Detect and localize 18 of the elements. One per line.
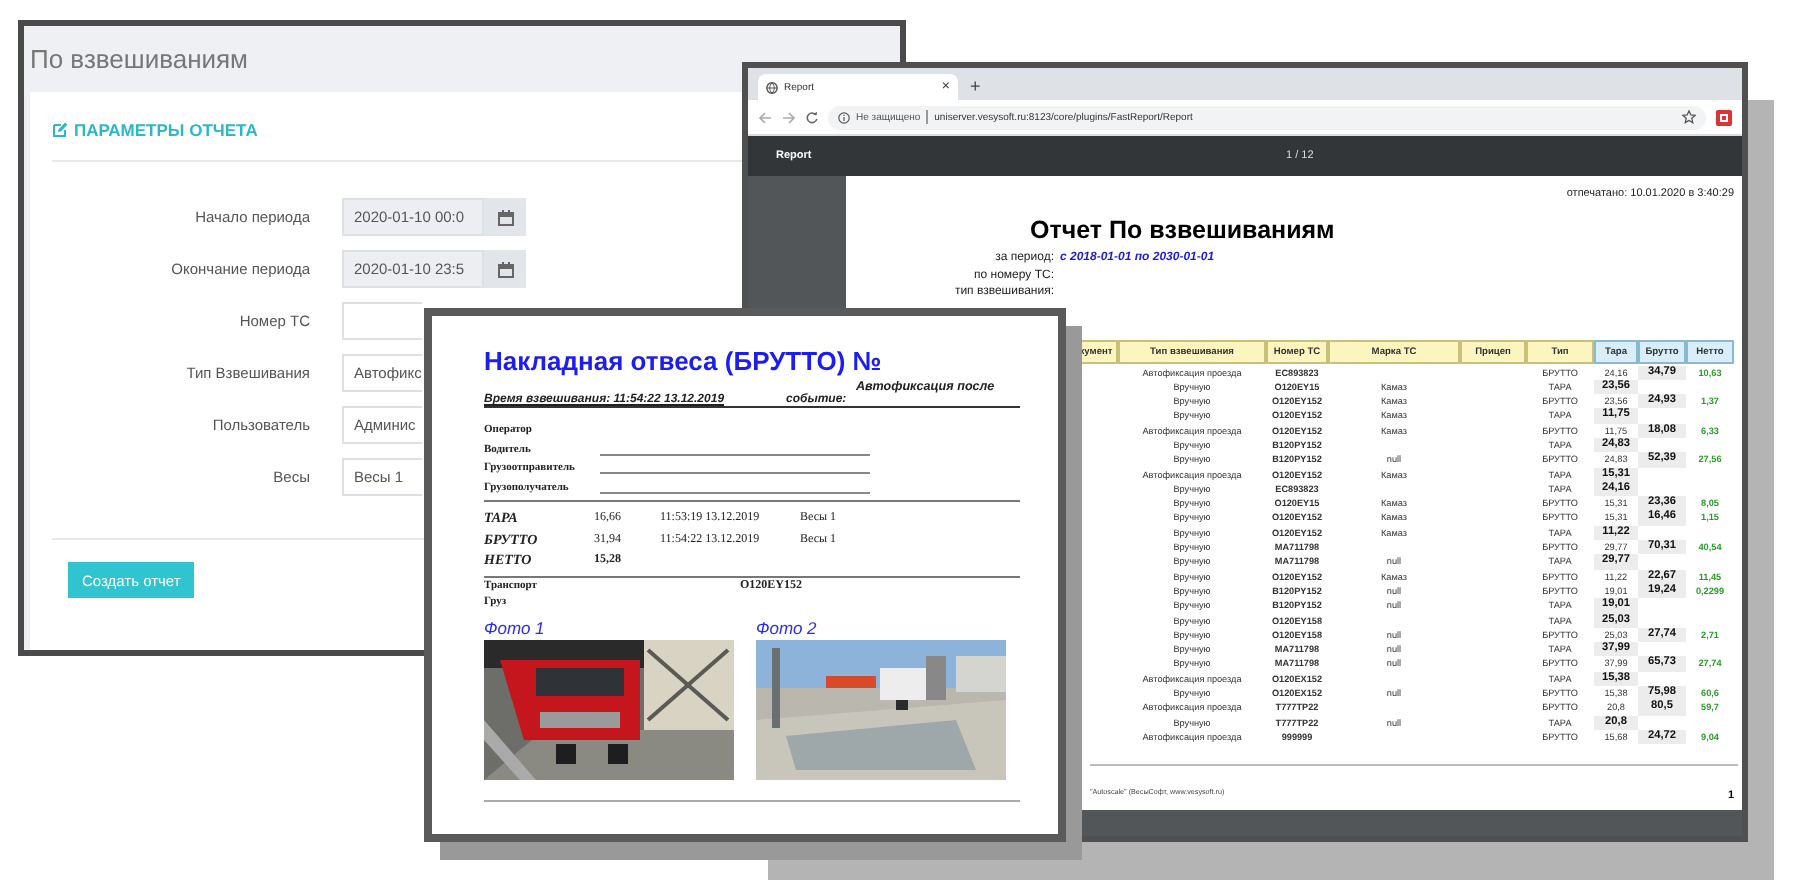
extension-icon[interactable] xyxy=(1716,109,1732,125)
photo-caption: Фото 1 xyxy=(484,618,547,639)
info-icon xyxy=(838,111,850,123)
calendar-icon xyxy=(497,261,513,277)
photo-caption: Фото 2 xyxy=(756,618,819,639)
calendar-button[interactable] xyxy=(484,250,526,288)
star-icon[interactable] xyxy=(1682,110,1696,124)
edit-icon xyxy=(52,122,68,138)
new-tab-button[interactable]: + xyxy=(970,74,981,100)
window-title: По взвешиваниям xyxy=(28,42,248,78)
reload-icon[interactable] xyxy=(806,111,818,123)
waybill-title: Накладная отвеса (БРУТТО) № xyxy=(484,346,884,378)
globe-icon xyxy=(766,81,778,93)
section-title: ПАРАМЕТРЫ ОТЧЕТА xyxy=(74,120,258,140)
report-title: Отчет По взвешиваниям xyxy=(1030,216,1335,244)
calendar-icon xyxy=(497,209,513,225)
text-field[interactable] xyxy=(342,302,422,340)
calendar-button[interactable] xyxy=(484,198,526,236)
